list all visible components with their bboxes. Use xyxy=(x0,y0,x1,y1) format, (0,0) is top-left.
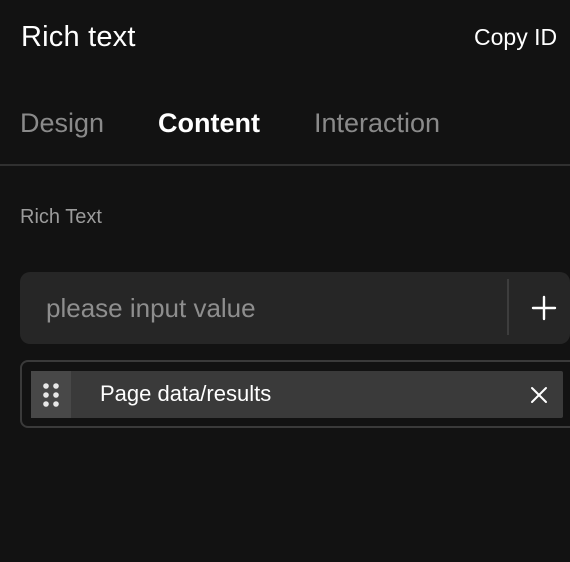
binding-list: Page data/results xyxy=(20,360,570,428)
tab-bar: Design Content Interaction xyxy=(0,96,570,166)
drag-handle-icon xyxy=(43,383,59,407)
rich-text-section-label: Rich Text xyxy=(20,206,102,228)
add-value-button[interactable] xyxy=(520,282,568,334)
value-input-row xyxy=(20,272,570,344)
panel-header: Rich text Copy ID xyxy=(0,0,570,76)
value-input[interactable] xyxy=(20,272,498,344)
binding-label: Page data/results xyxy=(100,381,272,406)
copy-id-button[interactable]: Copy ID xyxy=(474,22,557,52)
plus-icon xyxy=(531,295,557,321)
binding-chip: Page data/results xyxy=(31,371,563,418)
tab-design[interactable]: Design xyxy=(20,106,104,140)
drag-handle[interactable] xyxy=(31,371,71,418)
tab-interaction[interactable]: Interaction xyxy=(314,106,440,140)
tab-content[interactable]: Content xyxy=(158,106,260,140)
input-divider xyxy=(507,279,509,335)
component-title: Rich text xyxy=(21,21,136,53)
close-icon xyxy=(531,387,547,403)
properties-panel: Rich text Copy ID Design Content Interac… xyxy=(0,0,570,562)
remove-binding-button[interactable] xyxy=(527,383,551,407)
